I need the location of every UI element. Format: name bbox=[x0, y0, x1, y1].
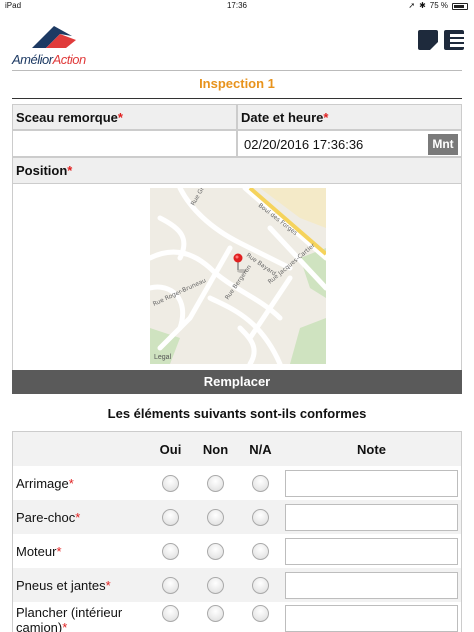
title-divider bbox=[12, 98, 462, 99]
required-mark: * bbox=[67, 163, 73, 178]
required-mark: * bbox=[56, 543, 62, 559]
date-value: 02/20/2016 17:36:36 bbox=[244, 137, 364, 152]
row-label-text: Pneus et jantes bbox=[16, 577, 106, 593]
radio-no[interactable] bbox=[207, 542, 224, 560]
radio-na[interactable] bbox=[252, 605, 269, 622]
row-label: Pneus et jantes* bbox=[13, 578, 148, 593]
required-mark: * bbox=[62, 620, 68, 632]
logo-text-part1: Amélior bbox=[12, 52, 53, 67]
required-mark: * bbox=[323, 110, 329, 125]
inspection-form: Sceau remorque* Date et heure* 02/20/201… bbox=[12, 104, 462, 394]
seal-label: Sceau remorque bbox=[16, 110, 118, 125]
app-logo[interactable]: AméliorAction bbox=[12, 20, 102, 72]
seal-header: Sceau remorque* bbox=[12, 104, 237, 130]
radio-na[interactable] bbox=[252, 542, 269, 560]
menu-icon[interactable] bbox=[444, 30, 464, 50]
status-right: ➚ ✱ 75 % bbox=[408, 0, 468, 12]
row-label: Arrimage* bbox=[13, 476, 148, 491]
logo-text-part2: Action bbox=[52, 52, 87, 67]
table-row: Pare-choc* bbox=[13, 500, 461, 534]
row-label-text: Pare-choc bbox=[16, 509, 76, 525]
date-field[interactable]: 02/20/2016 17:36:36 Mnt bbox=[237, 130, 462, 157]
radio-yes[interactable] bbox=[162, 576, 179, 594]
row-label: Pare-choc* bbox=[13, 510, 148, 525]
table-row: Moteur* bbox=[13, 534, 461, 568]
location-icon: ➚ bbox=[408, 1, 416, 10]
logo-mark-icon bbox=[32, 26, 76, 48]
row-label-text: Plancher (intérieur camion) bbox=[16, 605, 123, 632]
map-streets: Rue Bayard Boul des Forges Rue Jacques-C… bbox=[150, 188, 326, 364]
map-container: Rue Bayard Boul des Forges Rue Jacques-C… bbox=[12, 184, 462, 370]
row-label: Plancher (intérieur camion)* bbox=[13, 605, 148, 632]
required-mark: * bbox=[75, 509, 81, 525]
checklist-question: Les éléments suivants sont-ils conformes bbox=[107, 406, 367, 421]
header-divider bbox=[12, 70, 462, 71]
document-icon[interactable] bbox=[418, 30, 438, 50]
now-button[interactable]: Mnt bbox=[428, 134, 458, 155]
note-input[interactable] bbox=[285, 605, 458, 632]
header-note: Note bbox=[357, 441, 386, 457]
app-header: AméliorAction bbox=[0, 14, 474, 72]
table-row: Arrimage* bbox=[13, 466, 461, 500]
header-no: Non bbox=[202, 441, 229, 457]
radio-no[interactable] bbox=[207, 474, 224, 492]
row-label-text: Moteur bbox=[16, 543, 57, 559]
note-input[interactable] bbox=[285, 537, 458, 565]
location-map[interactable]: Rue Bayard Boul des Forges Rue Jacques-C… bbox=[150, 188, 326, 364]
battery-percent: 75 % bbox=[429, 1, 448, 10]
radio-yes[interactable] bbox=[162, 474, 179, 492]
radio-yes[interactable] bbox=[162, 508, 179, 526]
page-title: Inspection 1 bbox=[199, 76, 275, 91]
table-row: Pneus et jantes* bbox=[13, 568, 461, 602]
row-label-text: Arrimage bbox=[16, 475, 69, 491]
seal-input[interactable] bbox=[12, 130, 237, 157]
radio-no[interactable] bbox=[207, 576, 224, 594]
checklist-table: Oui Non N/A Note Arrimage* Pare-choc* Mo… bbox=[12, 431, 462, 632]
replace-button[interactable]: Remplacer bbox=[12, 370, 462, 394]
required-mark: * bbox=[105, 577, 111, 593]
radio-no[interactable] bbox=[207, 605, 224, 622]
header-actions bbox=[418, 30, 464, 50]
header-yes: Oui bbox=[159, 441, 182, 457]
required-mark: * bbox=[68, 475, 74, 491]
table-header: Oui Non N/A Note bbox=[13, 432, 461, 466]
date-header: Date et heure* bbox=[237, 104, 462, 130]
note-input[interactable] bbox=[285, 503, 458, 531]
radio-na[interactable] bbox=[252, 474, 269, 492]
status-bar: iPad 17:36 ➚ ✱ 75 % bbox=[0, 0, 474, 12]
header-na: N/A bbox=[249, 441, 272, 457]
position-header: Position* bbox=[12, 157, 462, 184]
required-mark: * bbox=[117, 110, 123, 125]
radio-yes[interactable] bbox=[162, 542, 179, 560]
clock: 17:36 bbox=[226, 1, 248, 10]
radio-yes[interactable] bbox=[162, 605, 179, 622]
note-input[interactable] bbox=[285, 571, 458, 599]
note-input[interactable] bbox=[285, 469, 458, 497]
map-legal-link[interactable]: Legal bbox=[154, 354, 171, 361]
radio-no[interactable] bbox=[207, 508, 224, 526]
table-row: Plancher (intérieur camion)* bbox=[13, 602, 461, 632]
position-label: Position bbox=[16, 163, 68, 178]
battery-icon bbox=[452, 2, 468, 10]
radio-na[interactable] bbox=[252, 576, 269, 594]
logo-text: AméliorAction bbox=[12, 52, 86, 67]
radio-na[interactable] bbox=[252, 508, 269, 526]
date-label: Date et heure bbox=[241, 110, 324, 125]
row-label: Moteur* bbox=[13, 544, 148, 559]
bluetooth-icon: ✱ bbox=[419, 1, 426, 10]
